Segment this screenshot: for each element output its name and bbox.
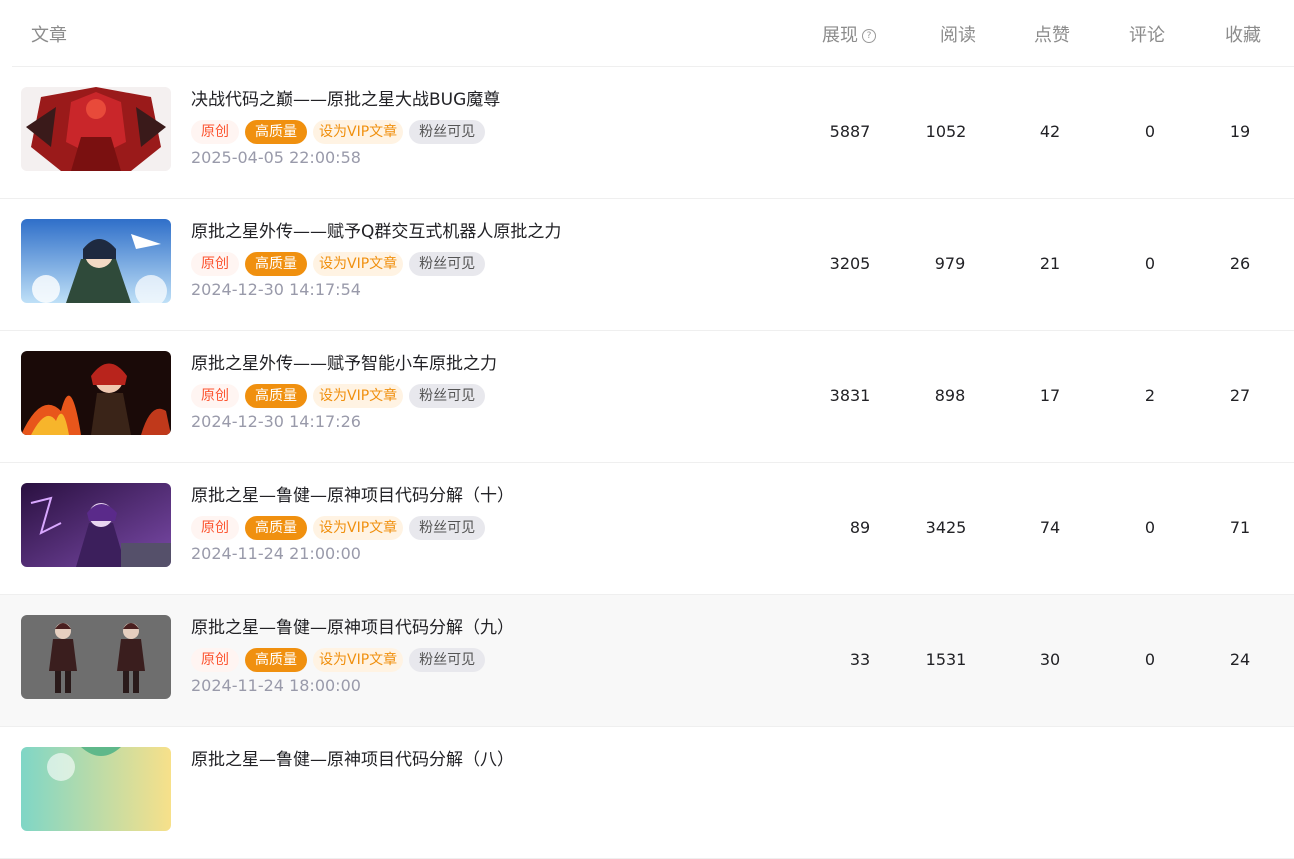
header-impressions: 展现? bbox=[822, 24, 876, 48]
article-thumbnail[interactable] bbox=[21, 351, 171, 435]
original-tag: 原创 bbox=[191, 120, 239, 144]
tag-group: 原创 高质量 设为VIP文章 粉丝可见 bbox=[191, 384, 491, 408]
reads-value: 3425 bbox=[925, 518, 967, 537]
reads-value: 979 bbox=[934, 254, 966, 273]
reads-value: 898 bbox=[934, 386, 966, 405]
fans-only-tag: 粉丝可见 bbox=[409, 648, 486, 672]
favorites-value: 26 bbox=[1229, 254, 1251, 273]
article-date: 2025-04-05 22:00:58 bbox=[191, 148, 361, 167]
comments-value: 0 bbox=[1144, 650, 1156, 669]
favorites-value: 27 bbox=[1229, 386, 1251, 405]
tag-group: 原创 高质量 设为VIP文章 粉丝可见 bbox=[191, 120, 491, 144]
table-header: 文章 展现? 阅读 点赞 评论 收藏 bbox=[12, 0, 1294, 67]
original-tag: 原创 bbox=[191, 384, 239, 408]
article-row[interactable]: 原批之星—鲁健—原神项目代码分解（十） 原创 高质量 设为VIP文章 粉丝可见 202… bbox=[0, 463, 1294, 595]
comments-value: 0 bbox=[1144, 518, 1156, 537]
comments-value: 0 bbox=[1144, 254, 1156, 273]
impressions-value: 33 bbox=[849, 650, 871, 669]
likes-value: 21 bbox=[1039, 254, 1061, 273]
article-date: 2024-12-30 14:17:54 bbox=[191, 280, 361, 299]
impressions-value: 5887 bbox=[829, 122, 871, 141]
favorites-value: 71 bbox=[1229, 518, 1251, 537]
favorites-value: 19 bbox=[1229, 122, 1251, 141]
tag-group: 原创 高质量 设为VIP文章 粉丝可见 bbox=[191, 648, 491, 672]
grey-character-art-icon bbox=[21, 615, 171, 699]
reads-value: 1531 bbox=[925, 650, 967, 669]
header-comments: 评论 bbox=[1129, 25, 1165, 46]
original-tag: 原创 bbox=[191, 516, 239, 540]
high-quality-tag: 高质量 bbox=[245, 648, 307, 672]
header-favorites: 收藏 bbox=[1225, 25, 1261, 46]
likes-value: 42 bbox=[1039, 122, 1061, 141]
article-date: 2024-12-30 14:17:26 bbox=[191, 412, 361, 431]
article-title[interactable]: 原批之星—鲁健—原神项目代码分解（八） bbox=[191, 749, 514, 771]
impressions-value: 3831 bbox=[829, 386, 871, 405]
fans-only-tag: 粉丝可见 bbox=[409, 252, 486, 276]
impressions-value: 89 bbox=[849, 518, 871, 537]
green-character-art-icon bbox=[21, 747, 171, 831]
article-row[interactable]: 原批之星外传——赋予智能小车原批之力 原创 高质量 设为VIP文章 粉丝可见 2024… bbox=[0, 331, 1294, 463]
article-row[interactable]: 原批之星外传——赋予Q群交互式机器人原批之力 原创 高质量 设为VIP文章 粉丝可见 … bbox=[0, 199, 1294, 331]
set-vip-button[interactable]: 设为VIP文章 bbox=[313, 120, 404, 144]
favorites-value: 24 bbox=[1229, 650, 1251, 669]
purple-character-art-icon bbox=[21, 483, 171, 567]
article-title[interactable]: 原批之星—鲁健—原神项目代码分解（九） bbox=[191, 617, 514, 639]
red-character-art-icon bbox=[21, 87, 171, 171]
article-row[interactable]: 决战代码之巅——原批之星大战BUG魔尊 原创 高质量 设为VIP文章 粉丝可见 202… bbox=[0, 67, 1294, 199]
high-quality-tag: 高质量 bbox=[245, 516, 307, 540]
original-tag: 原创 bbox=[191, 252, 239, 276]
article-thumbnail[interactable] bbox=[21, 483, 171, 567]
header-article: 文章 bbox=[31, 25, 67, 46]
likes-value: 17 bbox=[1039, 386, 1061, 405]
fans-only-tag: 粉丝可见 bbox=[409, 120, 486, 144]
header-impressions-label: 展现 bbox=[822, 25, 858, 46]
article-title[interactable]: 原批之星—鲁健—原神项目代码分解（十） bbox=[191, 485, 514, 507]
high-quality-tag: 高质量 bbox=[245, 252, 307, 276]
likes-value: 30 bbox=[1039, 650, 1061, 669]
impressions-value: 3205 bbox=[829, 254, 871, 273]
help-icon[interactable]: ? bbox=[862, 29, 876, 43]
high-quality-tag: 高质量 bbox=[245, 384, 307, 408]
article-title[interactable]: 原批之星外传——赋予智能小车原批之力 bbox=[191, 353, 497, 375]
comments-value: 0 bbox=[1144, 122, 1156, 141]
high-quality-tag: 高质量 bbox=[245, 120, 307, 144]
article-thumbnail[interactable] bbox=[21, 87, 171, 171]
reads-value: 1052 bbox=[925, 122, 967, 141]
original-tag: 原创 bbox=[191, 648, 239, 672]
sky-character-art-icon bbox=[21, 219, 171, 303]
article-thumbnail[interactable] bbox=[21, 747, 171, 831]
set-vip-button[interactable]: 设为VIP文章 bbox=[313, 384, 404, 408]
header-likes: 点赞 bbox=[1034, 25, 1070, 46]
set-vip-button[interactable]: 设为VIP文章 bbox=[313, 648, 404, 672]
article-date: 2024-11-24 21:00:00 bbox=[191, 544, 361, 563]
article-title[interactable]: 原批之星外传——赋予Q群交互式机器人原批之力 bbox=[191, 221, 561, 243]
article-row[interactable]: 原批之星—鲁健—原神项目代码分解（九） 原创 高质量 设为VIP文章 粉丝可见 202… bbox=[0, 595, 1294, 727]
article-title[interactable]: 决战代码之巅——原批之星大战BUG魔尊 bbox=[191, 89, 500, 111]
fans-only-tag: 粉丝可见 bbox=[409, 516, 486, 540]
article-date: 2024-11-24 18:00:00 bbox=[191, 676, 361, 695]
article-thumbnail[interactable] bbox=[21, 615, 171, 699]
article-list: 决战代码之巅——原批之星大战BUG魔尊 原创 高质量 设为VIP文章 粉丝可见 202… bbox=[0, 67, 1294, 859]
comments-value: 2 bbox=[1144, 386, 1156, 405]
fire-character-art-icon bbox=[21, 351, 171, 435]
set-vip-button[interactable]: 设为VIP文章 bbox=[313, 516, 404, 540]
header-reads: 阅读 bbox=[940, 25, 976, 46]
set-vip-button[interactable]: 设为VIP文章 bbox=[313, 252, 404, 276]
article-thumbnail[interactable] bbox=[21, 219, 171, 303]
likes-value: 74 bbox=[1039, 518, 1061, 537]
tag-group: 原创 高质量 设为VIP文章 粉丝可见 bbox=[191, 516, 491, 540]
article-row[interactable]: 原批之星—鲁健—原神项目代码分解（八） bbox=[0, 727, 1294, 859]
fans-only-tag: 粉丝可见 bbox=[409, 384, 486, 408]
tag-group: 原创 高质量 设为VIP文章 粉丝可见 bbox=[191, 252, 491, 276]
